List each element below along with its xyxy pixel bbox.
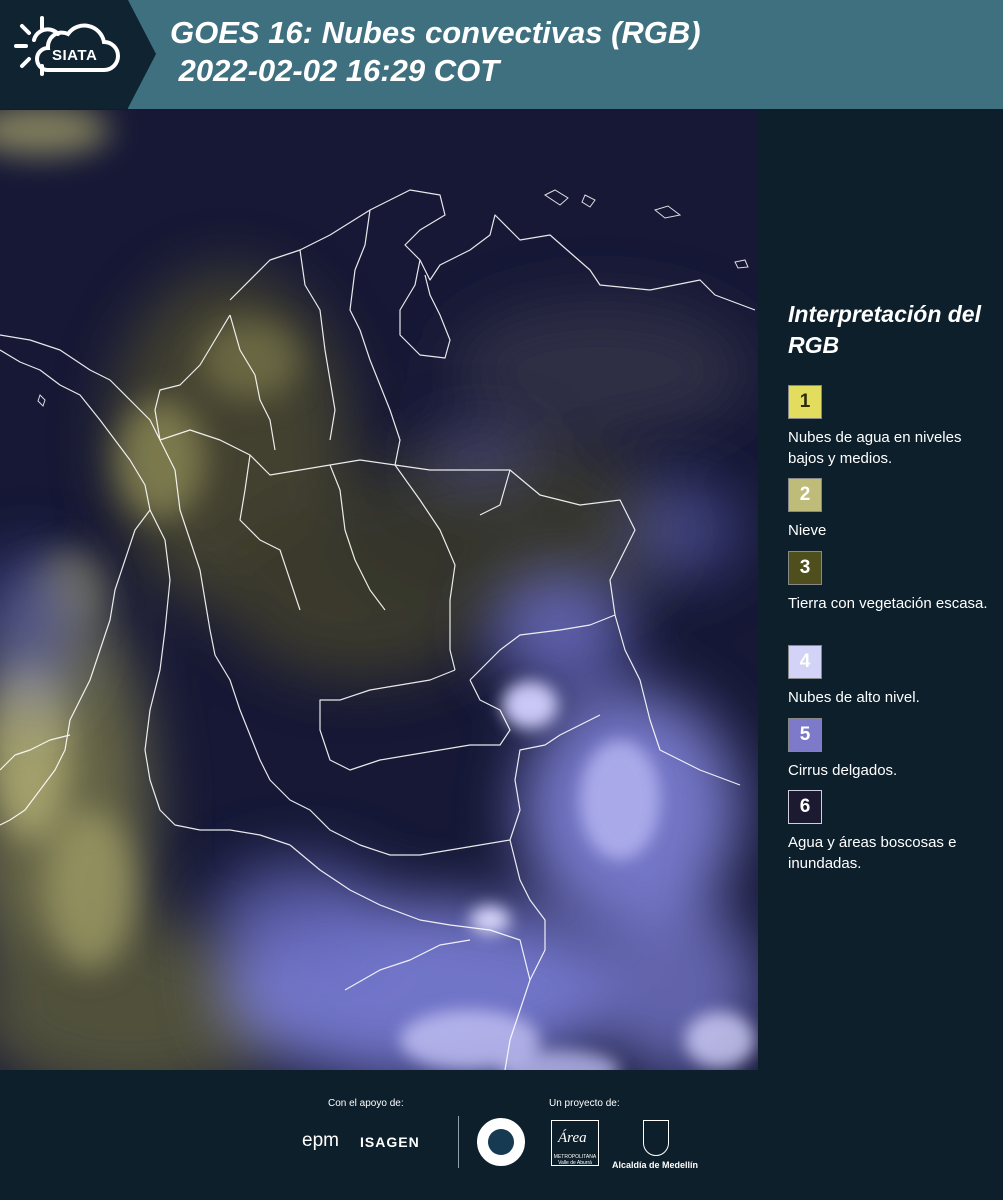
legend-item-2: 2 Nieve [788,478,998,541]
legend-label-3: Tierra con vegetación escasa. [788,595,988,612]
legend-swatch-3: 3 [788,551,822,585]
satellite-map[interactable] [0,110,758,1070]
area-logo-subtext: METROPOLITANA Valle de Aburrá [553,1154,597,1166]
epm-logo[interactable]: epm [302,1130,339,1152]
logo-arrow-shape [128,0,156,108]
title-line-1: GOES 16: Nubes convectivas (RGB) [170,15,701,50]
legend-swatch-1: 1 [788,385,822,419]
legend-item-3: 3 Tierra con vegetación escasa. [788,551,998,614]
legend-swatch-5: 5 [788,718,822,752]
legend-item-6: 6 Agua y áreas boscosas e inundadas. [788,790,998,874]
alcaldia-shield-icon[interactable] [643,1120,669,1156]
footer-divider [458,1116,459,1168]
siata-logo-text: SIATA [52,47,98,64]
project-label: Un proyecto de: [549,1098,620,1109]
legend-label-1: Nubes de agua en niveles bajos y medios. [788,429,962,467]
legend-item-4: 4 Nubes de alto nivel. [788,645,998,708]
legend-swatch-2: 2 [788,478,822,512]
area-logo-text: Área [558,1130,587,1146]
legend-title: Interpretación del RGB [788,301,981,358]
legend-label-6: Agua y áreas boscosas e inundadas. [788,834,957,872]
footer-sponsors: Con el apoyo de: Un proyecto de: epm ISA… [0,1070,1003,1200]
legend-label-4: Nubes de alto nivel. [788,689,920,706]
isagen-logo[interactable]: ISAGEN [360,1134,420,1150]
rgb-satellite-image [0,110,758,1070]
siata-logo[interactable]: SIATA [0,0,128,109]
alcaldia-logo-text: Alcaldía de Medellín [612,1160,699,1170]
title-line-2: 2022-02-02 16:29 COT [170,53,500,88]
header-bar: SIATA GOES 16: Nubes convectivas (RGB) 2… [0,0,1003,109]
legend-label-5: Cirrus delgados. [788,762,898,779]
legend-label-2: Nieve [788,522,827,539]
legend-swatch-4: 4 [788,645,822,679]
legend-panel: Interpretación del RGB 1 Nubes de agua e… [760,109,1003,1070]
page-title: GOES 16: Nubes convectivas (RGB) 2022-02… [170,14,701,90]
medellin-seal-logo[interactable] [477,1118,525,1166]
legend-item-1: 1 Nubes de agua en niveles bajos y medio… [788,385,998,469]
legend-item-5: 5 Cirrus delgados. [788,718,998,781]
support-label: Con el apoyo de: [328,1098,404,1109]
legend-swatch-6: 6 [788,790,822,824]
